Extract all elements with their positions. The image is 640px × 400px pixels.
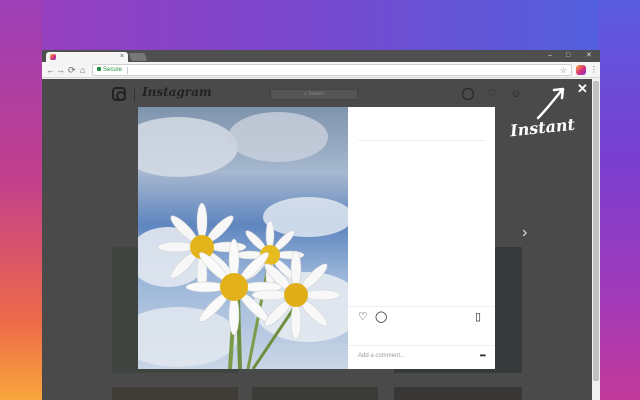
instagram-wordmark[interactable]: Instagram bbox=[142, 85, 212, 99]
instagram-favicon-icon bbox=[50, 54, 56, 60]
post-modal: ♡ ◯ ▯ Add a comment... ••• bbox=[138, 107, 495, 369]
comment-input[interactable]: Add a comment... bbox=[358, 353, 405, 359]
background-gradient-right bbox=[598, 0, 640, 400]
browser-window: × – □ ✕ ← → ⟳ ⌂ Secure ☆ ⋮ Instagram ⌕ S… bbox=[42, 50, 600, 400]
browser-tab[interactable]: × bbox=[46, 52, 128, 62]
instagram-camera-icon[interactable] bbox=[112, 87, 126, 101]
feed-tile[interactable] bbox=[252, 387, 378, 400]
tab-close-icon[interactable]: × bbox=[120, 52, 124, 62]
new-tab-button[interactable] bbox=[128, 53, 148, 61]
instagram-header: Instagram ⌕ Search ♡ ☺ bbox=[42, 79, 600, 109]
post-header-divider bbox=[358, 140, 485, 141]
like-heart-icon[interactable]: ♡ bbox=[358, 311, 368, 323]
profile-icon[interactable]: ☺ bbox=[510, 88, 522, 100]
page-scrollbar[interactable] bbox=[592, 79, 600, 400]
browser-toolbar: ← → ⟳ ⌂ Secure ☆ ⋮ bbox=[42, 62, 600, 78]
home-icon[interactable]: ⌂ bbox=[80, 64, 85, 76]
save-bookmark-icon[interactable]: ▯ bbox=[475, 311, 481, 323]
back-arrow-icon[interactable]: ← bbox=[46, 64, 55, 76]
actions-divider bbox=[348, 306, 495, 307]
scrollbar-thumb[interactable] bbox=[593, 81, 599, 381]
reload-icon[interactable]: ⟳ bbox=[68, 64, 76, 76]
address-separator bbox=[127, 67, 128, 74]
post-photo bbox=[138, 107, 348, 369]
next-post-arrow-icon[interactable]: › bbox=[522, 225, 527, 241]
minimize-button[interactable]: – bbox=[548, 50, 552, 62]
secure-indicator: Secure bbox=[97, 65, 122, 76]
address-bar[interactable]: Secure ☆ bbox=[92, 64, 572, 76]
background-gradient-top bbox=[0, 0, 640, 50]
browser-menu-icon[interactable]: ⋮ bbox=[590, 64, 598, 76]
close-window-button[interactable]: ✕ bbox=[586, 50, 592, 62]
activity-heart-icon[interactable]: ♡ bbox=[486, 88, 498, 100]
daisy-illustration bbox=[138, 112, 348, 369]
comment-icon[interactable]: ◯ bbox=[375, 311, 387, 323]
explore-compass-icon[interactable] bbox=[462, 88, 474, 100]
bookmark-star-icon[interactable]: ☆ bbox=[560, 65, 567, 76]
background-gradient-left bbox=[0, 0, 42, 400]
instant-extension-icon[interactable] bbox=[576, 65, 586, 75]
feed-tile[interactable] bbox=[112, 387, 238, 400]
tab-strip: × – □ ✕ bbox=[42, 50, 600, 62]
maximize-button[interactable]: □ bbox=[566, 50, 570, 62]
close-modal-icon[interactable]: ✕ bbox=[577, 82, 588, 96]
comment-divider bbox=[348, 345, 495, 346]
forward-arrow-icon[interactable]: → bbox=[56, 64, 65, 76]
more-options-icon[interactable]: ••• bbox=[480, 351, 486, 360]
lock-icon bbox=[97, 67, 101, 71]
secure-label: Secure bbox=[103, 67, 123, 73]
feed-tile[interactable] bbox=[394, 387, 522, 400]
header-divider bbox=[134, 88, 135, 101]
post-sidebar: ♡ ◯ ▯ Add a comment... ••• bbox=[348, 107, 495, 369]
search-input[interactable]: ⌕ Search bbox=[270, 89, 358, 100]
